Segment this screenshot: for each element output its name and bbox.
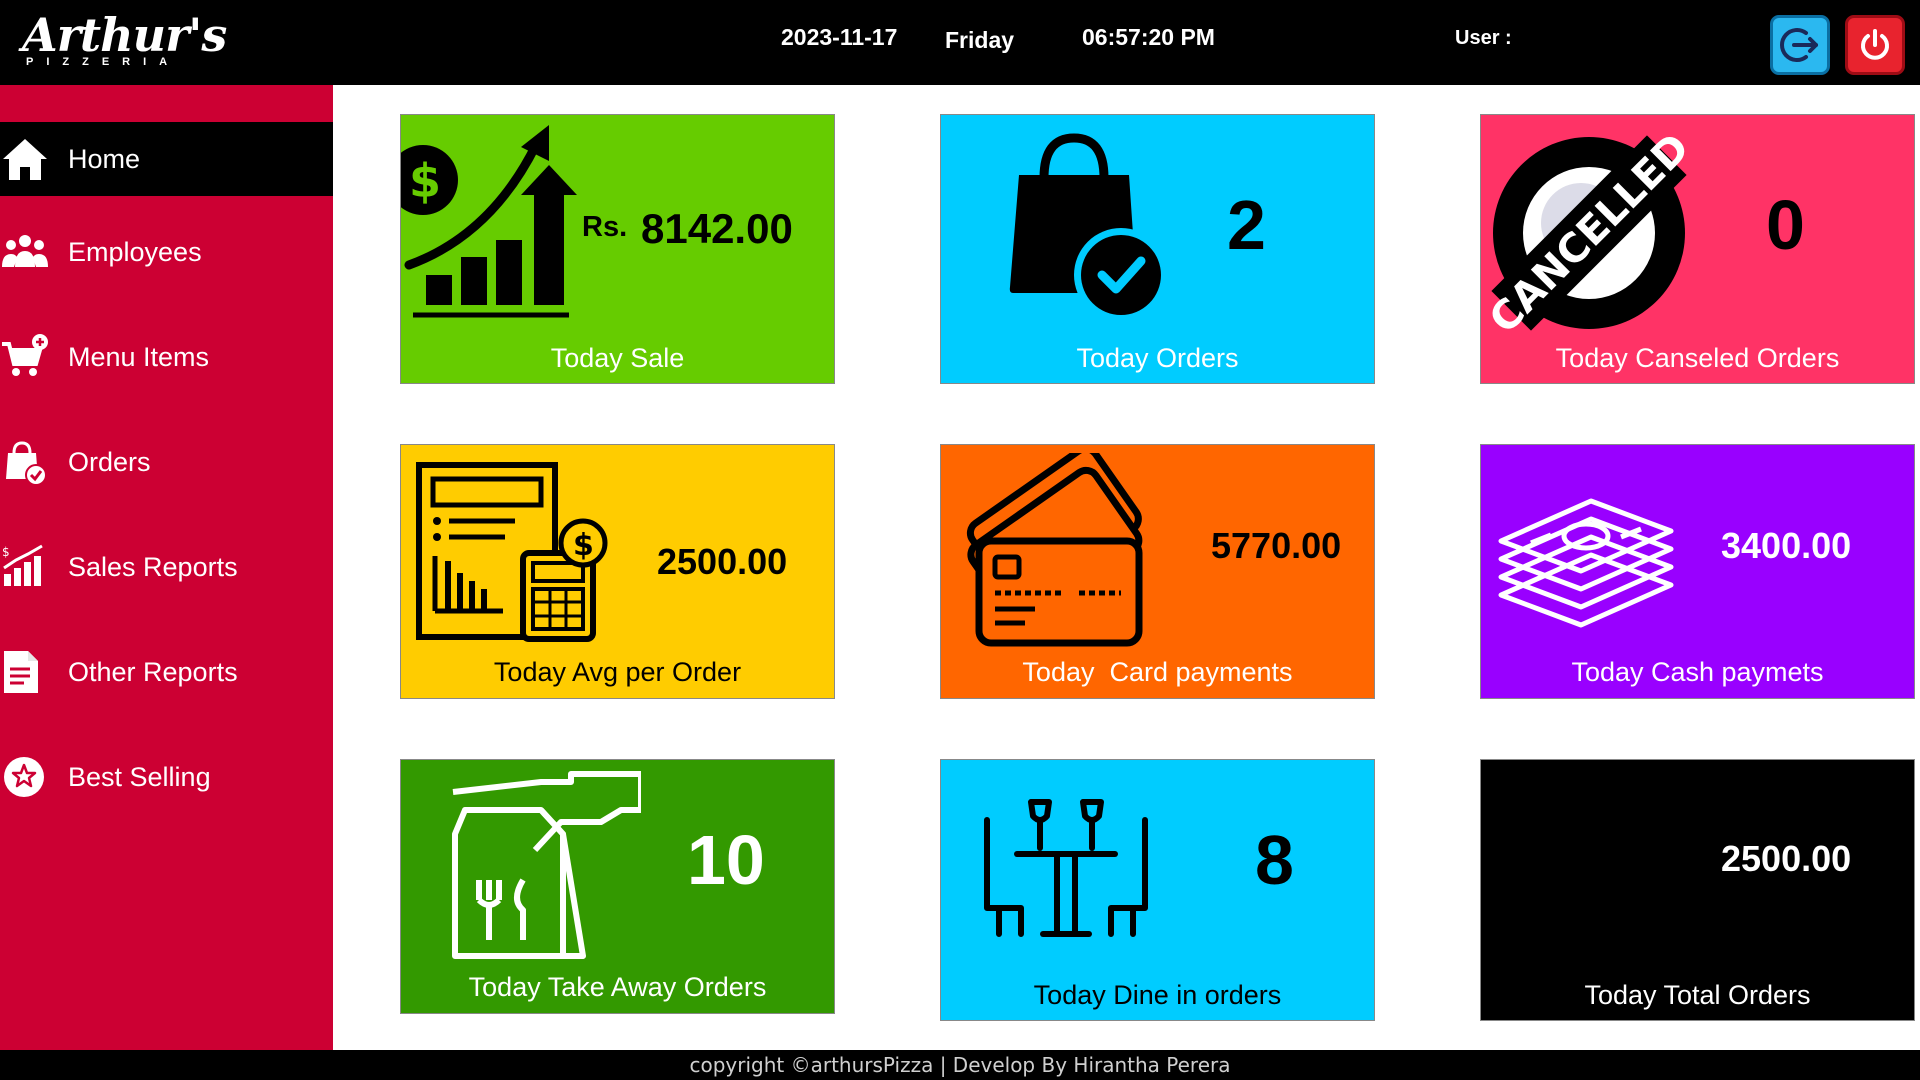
cancelled-stamp-icon: CANCELLED <box>1489 133 1699 343</box>
tile-dine-in[interactable]: 8 Today Dine in orders <box>940 759 1375 1021</box>
logo-subtitle: PIZZERIA <box>26 56 181 68</box>
shopping-bag-icon <box>0 437 50 487</box>
take-away-value: 10 <box>687 821 765 899</box>
header-user-label: User : <box>1455 27 1512 49</box>
sidebar-item-label: Best Selling <box>68 761 211 792</box>
sidebar-item-label: Other Reports <box>68 656 238 687</box>
shopping-bag-check-icon <box>1009 133 1168 322</box>
svg-text:$: $ <box>573 528 594 563</box>
today-canceled-value: 0 <box>1766 186 1805 264</box>
credit-card-icon <box>966 453 1143 647</box>
today-orders-caption: Today Orders <box>1076 343 1239 373</box>
document-icon <box>0 647 50 697</box>
tile-card-payments[interactable]: 5770.00 Today Card payments <box>940 444 1375 699</box>
sidebar-item-employees[interactable]: Employees <box>0 215 333 289</box>
employees-icon <box>0 227 50 277</box>
star-badge-icon <box>0 752 50 802</box>
sidebar-item-label: Employees <box>68 236 202 267</box>
dining-table-icon <box>984 799 1148 937</box>
avg-per-order-value: 2500.00 <box>657 541 788 582</box>
sales-growth-icon: $ <box>401 125 577 318</box>
tile-take-away[interactable]: 10 Today Take Away Orders <box>400 759 835 1014</box>
header-day: Friday <box>945 27 1015 53</box>
today-sale-value: 8142.00 <box>641 205 793 252</box>
today-sale-caption: Today Sale <box>550 343 685 373</box>
take-away-caption: Today Take Away Orders <box>468 972 767 1002</box>
power-button[interactable] <box>1845 15 1905 75</box>
sidebar-item-label: Home <box>68 143 141 174</box>
logout-icon <box>1780 28 1818 62</box>
sidebar-item-menu-items[interactable]: Menu Items <box>0 320 333 394</box>
total-orders-caption: Today Total Orders <box>1584 980 1811 1010</box>
tile-today-sale[interactable]: $ Rs. 8142.00 Today Sale <box>400 114 835 384</box>
tile-today-orders[interactable]: 2 Today Orders <box>940 114 1375 384</box>
invoice-calculator-icon: $ <box>416 462 608 642</box>
card-payments-caption: Today Card payments <box>1022 657 1293 687</box>
today-canceled-caption: Today Canseled Orders <box>1555 343 1840 373</box>
sidebar-item-label: Sales Reports <box>68 551 238 582</box>
svg-text:$: $ <box>2 545 10 559</box>
chart-icon: $ <box>0 542 50 592</box>
cart-icon <box>0 332 50 382</box>
top-bar: Arthur's PIZZERIA 2023-11-17 Friday 06:5… <box>0 0 1920 85</box>
sidebar-item-best-selling[interactable]: Best Selling <box>0 740 333 814</box>
logo: Arthur's PIZZERIA <box>22 8 227 76</box>
sidebar-item-other-reports[interactable]: Other Reports <box>0 635 333 709</box>
tile-total-orders[interactable]: 2500.00 Today Total Orders <box>1480 759 1915 1021</box>
tile-avg-per-order[interactable]: $ 2500.00 Today Avg per Order <box>400 444 835 699</box>
header-date: 2023-11-17 <box>781 24 898 50</box>
sidebar-item-orders[interactable]: Orders <box>0 425 333 499</box>
sidebar-item-sales-reports[interactable]: $ Sales Reports <box>0 530 333 604</box>
card-payments-value: 5770.00 <box>1211 525 1342 566</box>
total-orders-value: 2500.00 <box>1721 838 1852 879</box>
home-icon <box>0 134 50 184</box>
sidebar-item-home[interactable]: Home <box>0 122 333 196</box>
avg-per-order-caption: Today Avg per Order <box>493 657 742 687</box>
footer: copyright ©arthursPizza | Develop By Hir… <box>0 1050 1920 1080</box>
logo-title: Arthur's <box>22 8 227 62</box>
sidebar-item-label: Orders <box>68 446 151 477</box>
dine-in-caption: Today Dine in orders <box>1033 980 1282 1010</box>
cash-payments-value: 3400.00 <box>1721 525 1852 566</box>
power-icon <box>1861 29 1889 60</box>
dine-in-value: 8 <box>1255 821 1294 899</box>
sidebar-item-label: Menu Items <box>68 341 210 372</box>
cash-stack-icon <box>1498 498 1674 628</box>
tile-today-canceled[interactable]: CANCELLED 0 Today Canseled Orders <box>1480 114 1915 384</box>
today-orders-value: 2 <box>1227 186 1266 264</box>
svg-text:$: $ <box>409 154 441 208</box>
sale-currency-prefix: Rs. <box>582 211 628 243</box>
sidebar: Home Employees Menu Items Orders $ Sales… <box>0 85 333 1050</box>
cash-payments-caption: Today Cash paymets <box>1571 657 1824 687</box>
header-time: 06:57:20 PM <box>1082 24 1215 50</box>
tile-cash-payments[interactable]: 3400.00 Today Cash paymets <box>1480 444 1915 699</box>
takeaway-bag-icon <box>452 771 641 959</box>
logout-button[interactable] <box>1770 15 1830 75</box>
